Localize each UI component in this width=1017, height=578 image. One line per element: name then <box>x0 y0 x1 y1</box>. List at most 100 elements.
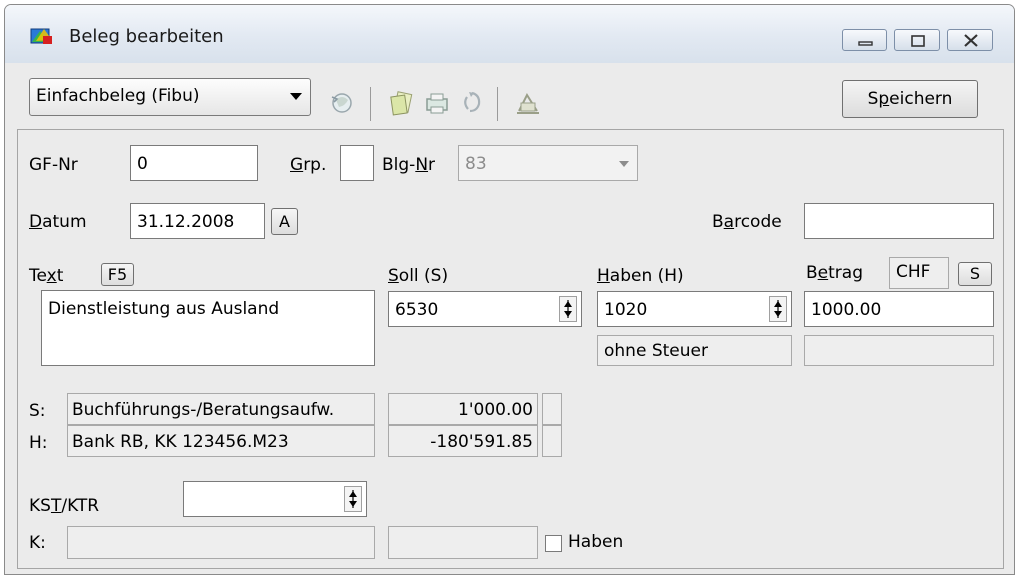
blg-nr-label-part: Blg- <box>382 155 416 175</box>
chevron-down-icon <box>290 93 302 100</box>
grp-input[interactable] <box>340 145 374 181</box>
text-value: Dienstleistung aus Ausland <box>48 299 280 319</box>
grp-label-accel: G <box>290 155 304 175</box>
h-account-name-value: Bank RB, KK 123456.M23 <box>72 432 289 452</box>
soll-account-input[interactable]: 6530 <box>388 291 582 327</box>
kst-ktr-input[interactable] <box>183 481 367 517</box>
k-name-field <box>67 526 375 559</box>
betrag-label-accel: e <box>817 263 829 283</box>
haben-checkbox-label: Haben <box>568 532 624 552</box>
gf-nr-label: GF-Nr <box>29 155 78 175</box>
close-icon <box>964 34 978 47</box>
window-title: Beleg bearbeiten <box>69 26 224 47</box>
print-icon[interactable] <box>423 90 451 116</box>
betrag-value: 1000.00 <box>811 300 882 320</box>
save-label-accel: p <box>878 89 890 109</box>
datum-input[interactable]: 31.12.2008 <box>130 203 265 239</box>
text-label-part: Te <box>29 266 47 286</box>
s-balance-flag <box>542 393 562 425</box>
beleg-type-select[interactable]: Einfachbeleg (Fibu) <box>29 78 311 116</box>
text-input[interactable]: Dienstleistung aus Ausland <box>41 290 375 366</box>
kst-label-part: KS <box>29 496 51 516</box>
text-label: Text <box>29 266 63 286</box>
minimize-icon <box>858 41 873 46</box>
k-prefix: K: <box>29 533 46 553</box>
h-balance-flag <box>542 425 562 457</box>
betrag-label-part: B <box>806 263 818 283</box>
currency-field: CHF <box>889 257 949 289</box>
haben-label-accel: H <box>597 266 610 286</box>
text-label-accel: x <box>46 266 57 286</box>
save-label-part: eichern <box>889 89 953 109</box>
datum-label-rest: atum <box>42 212 87 232</box>
datum-label: Datum <box>29 212 87 232</box>
h-balance-value: -180'591.85 <box>430 432 533 452</box>
blg-nr-value: 83 <box>465 154 487 174</box>
toolbar-separator <box>497 87 498 121</box>
text-f5-button[interactable]: F5 <box>101 263 134 286</box>
copy-pages-icon[interactable] <box>388 89 416 117</box>
maximize-icon <box>911 35 925 47</box>
kst-ktr-label: KST/KTR <box>29 496 99 516</box>
datum-auto-button[interactable]: A <box>271 208 298 235</box>
chevron-down-icon <box>619 161 629 167</box>
haben-checkbox[interactable] <box>545 535 562 552</box>
currency-value: CHF <box>896 262 931 282</box>
tax-amount-field <box>804 335 994 366</box>
s-balance: 1'000.00 <box>388 393 538 425</box>
beleg-app-icon <box>30 28 52 44</box>
barcode-label-accel: a <box>723 212 735 232</box>
save-button[interactable]: Speichern <box>842 80 978 118</box>
grp-label-rest: rp. <box>303 155 327 175</box>
soll-label-rest: oll (S) <box>398 266 449 286</box>
gf-nr-value: 0 <box>137 154 148 174</box>
toolbar-separator <box>370 87 371 121</box>
betrag-input[interactable]: 1000.00 <box>804 291 994 327</box>
soll-label: Soll (S) <box>388 266 448 286</box>
blg-nr-select[interactable]: 83 <box>458 145 638 181</box>
globe-refresh-icon[interactable] <box>328 90 356 116</box>
currency-s-button[interactable]: S <box>958 262 992 286</box>
s-account-name-value: Buchführungs-/Beratungsaufw. <box>72 400 335 420</box>
kst-label-part: /KTR <box>61 496 100 516</box>
blg-nr-label-part: r <box>428 155 436 175</box>
betrag-label-part: trag <box>828 263 864 283</box>
barcode-input[interactable] <box>804 203 994 239</box>
barcode-label-part: B <box>712 212 724 232</box>
close-button[interactable] <box>947 29 993 51</box>
blg-nr-label-accel: N <box>415 155 429 175</box>
gf-nr-input[interactable]: 0 <box>130 145 258 181</box>
grp-label: Grp. <box>290 155 326 175</box>
datum-value: 31.12.2008 <box>137 212 235 232</box>
kst-label-accel: T <box>50 496 62 516</box>
haben-label: Haben (H) <box>597 266 684 286</box>
soll-value: 6530 <box>395 300 439 320</box>
barcode-label: Barcode <box>712 212 782 232</box>
recycle-icon[interactable] <box>459 89 485 117</box>
spin-arrows-icon[interactable] <box>344 486 362 512</box>
save-label-part: S <box>867 89 879 109</box>
tax-code-field: ohne Steuer <box>597 335 792 366</box>
k-value-field <box>388 526 538 559</box>
blg-nr-label: Blg-Nr <box>382 155 435 175</box>
spin-arrows-icon[interactable] <box>769 296 787 322</box>
s-balance-value: 1'000.00 <box>458 400 533 420</box>
text-label-part: t <box>56 266 64 286</box>
h-account-name: Bank RB, KK 123456.M23 <box>67 425 375 457</box>
haben-value: 1020 <box>604 300 648 320</box>
betrag-label: Betrag <box>806 263 863 283</box>
barcode-label-part: rcode <box>734 212 782 232</box>
minimize-button[interactable] <box>842 29 887 51</box>
haben-label-rest: aben (H) <box>609 266 684 286</box>
beleg-type-value: Einfachbeleg (Fibu) <box>36 86 200 106</box>
datum-label-accel: D <box>29 212 43 232</box>
haben-account-input[interactable]: 1020 <box>597 291 792 327</box>
maximize-button[interactable] <box>894 29 940 51</box>
spin-arrows-icon[interactable] <box>559 296 577 322</box>
s-account-name: Buchführungs-/Beratungsaufw. <box>67 393 375 425</box>
tax-value: ohne Steuer <box>604 341 708 361</box>
h-prefix: H: <box>29 433 48 453</box>
scales-icon[interactable] <box>513 89 543 117</box>
soll-label-accel: S <box>388 266 399 286</box>
s-prefix: S: <box>29 401 46 421</box>
